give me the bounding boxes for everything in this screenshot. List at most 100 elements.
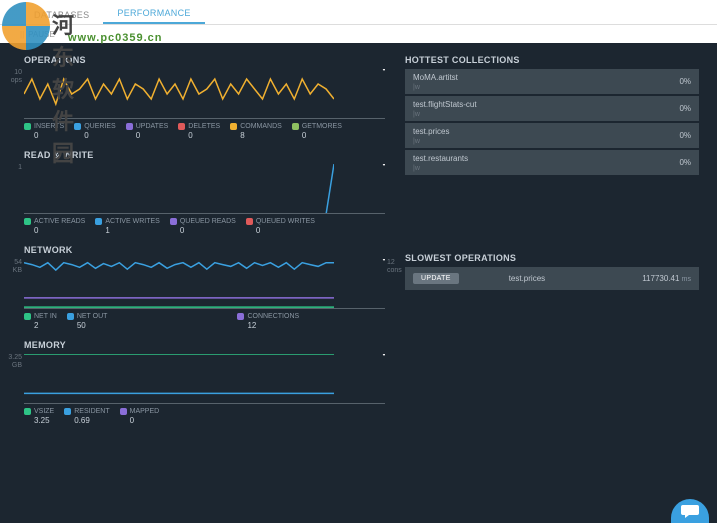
collection-bar: |w bbox=[413, 138, 691, 145]
swatch-icon bbox=[67, 313, 74, 320]
collection-item[interactable]: test.flightStats-cut0%|w bbox=[405, 96, 699, 121]
legend-item: QUEUED READS0 bbox=[170, 218, 236, 235]
chart-marker-icon bbox=[380, 259, 385, 261]
swatch-icon bbox=[74, 123, 81, 130]
legend-item: NET OUT50 bbox=[67, 313, 108, 330]
memory-chart-box[interactable] bbox=[24, 354, 385, 404]
collection-bar: |w bbox=[413, 165, 691, 172]
legend-value: 2 bbox=[24, 321, 57, 330]
memory-title: MEMORY bbox=[24, 340, 385, 350]
axis-mem-top: 3.25GB bbox=[4, 354, 22, 369]
legend-value: 8 bbox=[230, 131, 282, 140]
legend-item: MAPPED0 bbox=[120, 408, 160, 425]
operations-legend: INSERTS0QUERIES0UPDATES0DELETES0COMMANDS… bbox=[24, 123, 385, 140]
chart-marker-icon bbox=[380, 69, 385, 71]
legend-value: 0 bbox=[178, 131, 220, 140]
collection-percent: 0% bbox=[679, 158, 691, 167]
legend-value: 0 bbox=[24, 131, 64, 140]
pause-icon: || bbox=[20, 30, 24, 39]
readwrite-legend: ACTIVE READS0ACTIVE WRITES1QUEUED READS0… bbox=[24, 218, 385, 235]
legend-label: CONNECTIONS bbox=[247, 313, 299, 320]
collection-name: test.flightStats-cut bbox=[413, 100, 691, 109]
network-chart-box[interactable] bbox=[24, 259, 385, 309]
operations-chart: 10ops INSERTS0QUERIES0UPDATES0DELETES0CO… bbox=[24, 69, 385, 140]
left-column: OPERATIONS 10ops INSERTS0QUERIES0UPDATES… bbox=[0, 43, 395, 523]
collection-item[interactable]: test.restaurants0%|w bbox=[405, 150, 699, 175]
collection-name: MoMA.artitst bbox=[413, 73, 691, 82]
legend-label: ACTIVE READS bbox=[34, 218, 85, 225]
memory-legend: VSIZE3.25 RESIDENT0.69 MAPPED0 bbox=[24, 408, 385, 425]
swatch-icon bbox=[246, 218, 253, 225]
legend-item: GETMORES0 bbox=[292, 123, 342, 140]
legend-label: QUEUED WRITES bbox=[256, 218, 315, 225]
slow-operation-row[interactable]: UPDATEtest.prices117730.41 ms bbox=[405, 267, 699, 290]
collection-item[interactable]: test.prices0%|w bbox=[405, 123, 699, 148]
control-bar: || PAUSE bbox=[0, 25, 717, 43]
readwrite-chart-box[interactable] bbox=[24, 164, 385, 214]
readwrite-chart: 1 ACTIVE READS0ACTIVE WRITES1QUEUED READ… bbox=[24, 164, 385, 235]
operation-time: 117730.41 ms bbox=[642, 274, 691, 283]
legend-item: COMMANDS8 bbox=[230, 123, 282, 140]
main-content: OPERATIONS 10ops INSERTS0QUERIES0UPDATES… bbox=[0, 43, 717, 523]
legend-value: 0 bbox=[246, 226, 315, 235]
legend-value: 0.69 bbox=[64, 416, 109, 425]
chat-icon bbox=[681, 503, 699, 519]
legend-item: ACTIVE READS0 bbox=[24, 218, 85, 235]
collection-item[interactable]: MoMA.artitst0%|w bbox=[405, 69, 699, 94]
legend-item: DELETES0 bbox=[178, 123, 220, 140]
swatch-icon bbox=[24, 313, 31, 320]
tab-databases[interactable]: DATABASES bbox=[20, 4, 103, 24]
legend-value: 0 bbox=[170, 226, 236, 235]
legend-value: 0 bbox=[292, 131, 342, 140]
legend-label: INSERTS bbox=[34, 123, 64, 130]
swatch-icon bbox=[292, 123, 299, 130]
legend-value: 0 bbox=[24, 226, 85, 235]
legend-item: CONNECTIONS12 bbox=[237, 313, 299, 330]
axis-net-top: 54KB bbox=[4, 259, 22, 274]
slowest-operations-list: UPDATEtest.prices117730.41 ms bbox=[405, 267, 699, 290]
legend-label: DELETES bbox=[188, 123, 220, 130]
collection-name: test.prices bbox=[413, 127, 691, 136]
readwrite-sparkline bbox=[24, 164, 334, 214]
pause-button[interactable]: || PAUSE bbox=[20, 30, 55, 39]
axis-ops-top: 10ops bbox=[4, 69, 22, 84]
network-chart: 54KB 12cons NET IN2NET OUT50CONNECTIONS1… bbox=[24, 259, 385, 330]
legend-value: 50 bbox=[67, 321, 108, 330]
legend-item: RESIDENT0.69 bbox=[64, 408, 109, 425]
legend-item: UPDATES0 bbox=[126, 123, 169, 140]
hottest-title: HOTTEST COLLECTIONS bbox=[405, 55, 699, 65]
network-title: NETWORK bbox=[24, 245, 385, 255]
collection-percent: 0% bbox=[679, 77, 691, 86]
legend-label: GETMORES bbox=[302, 123, 342, 130]
swatch-icon bbox=[178, 123, 185, 130]
swatch-icon bbox=[24, 123, 31, 130]
legend-value: 1 bbox=[95, 226, 159, 235]
legend-item: INSERTS0 bbox=[24, 123, 64, 140]
legend-item: QUERIES0 bbox=[74, 123, 116, 140]
operations-chart-box[interactable] bbox=[24, 69, 385, 119]
legend-label: VSIZE bbox=[34, 408, 54, 415]
swatch-icon bbox=[126, 123, 133, 130]
collection-bar: |w bbox=[413, 111, 691, 118]
legend-value: 0 bbox=[120, 416, 160, 425]
axis-rw-top: 1 bbox=[4, 164, 22, 172]
network-legend: NET IN2 NET OUT50 CONNECTIONS12 bbox=[24, 313, 385, 330]
legend-item: QUEUED WRITES0 bbox=[246, 218, 315, 235]
operations-sparkline bbox=[24, 69, 334, 119]
swatch-icon bbox=[237, 313, 244, 320]
tab-performance[interactable]: PERFORMANCE bbox=[103, 2, 204, 24]
legend-item: NET IN2 bbox=[24, 313, 57, 330]
operations-title: OPERATIONS bbox=[24, 55, 385, 65]
legend-label: UPDATES bbox=[136, 123, 169, 130]
legend-label: NET IN bbox=[34, 313, 57, 320]
axis-net-right: 12cons bbox=[387, 259, 401, 274]
swatch-icon bbox=[24, 218, 31, 225]
hottest-collections-list: MoMA.artitst0%|wtest.flightStats-cut0%|w… bbox=[405, 69, 699, 175]
collection-bar: |w bbox=[413, 84, 691, 91]
collection-name: test.restaurants bbox=[413, 154, 691, 163]
swatch-icon bbox=[95, 218, 102, 225]
legend-item: VSIZE3.25 bbox=[24, 408, 54, 425]
chart-marker-icon bbox=[380, 354, 385, 356]
memory-chart: 3.25GB VSIZE3.25RESIDENT0.69MAPPED0 bbox=[24, 354, 385, 425]
swatch-icon bbox=[24, 408, 31, 415]
